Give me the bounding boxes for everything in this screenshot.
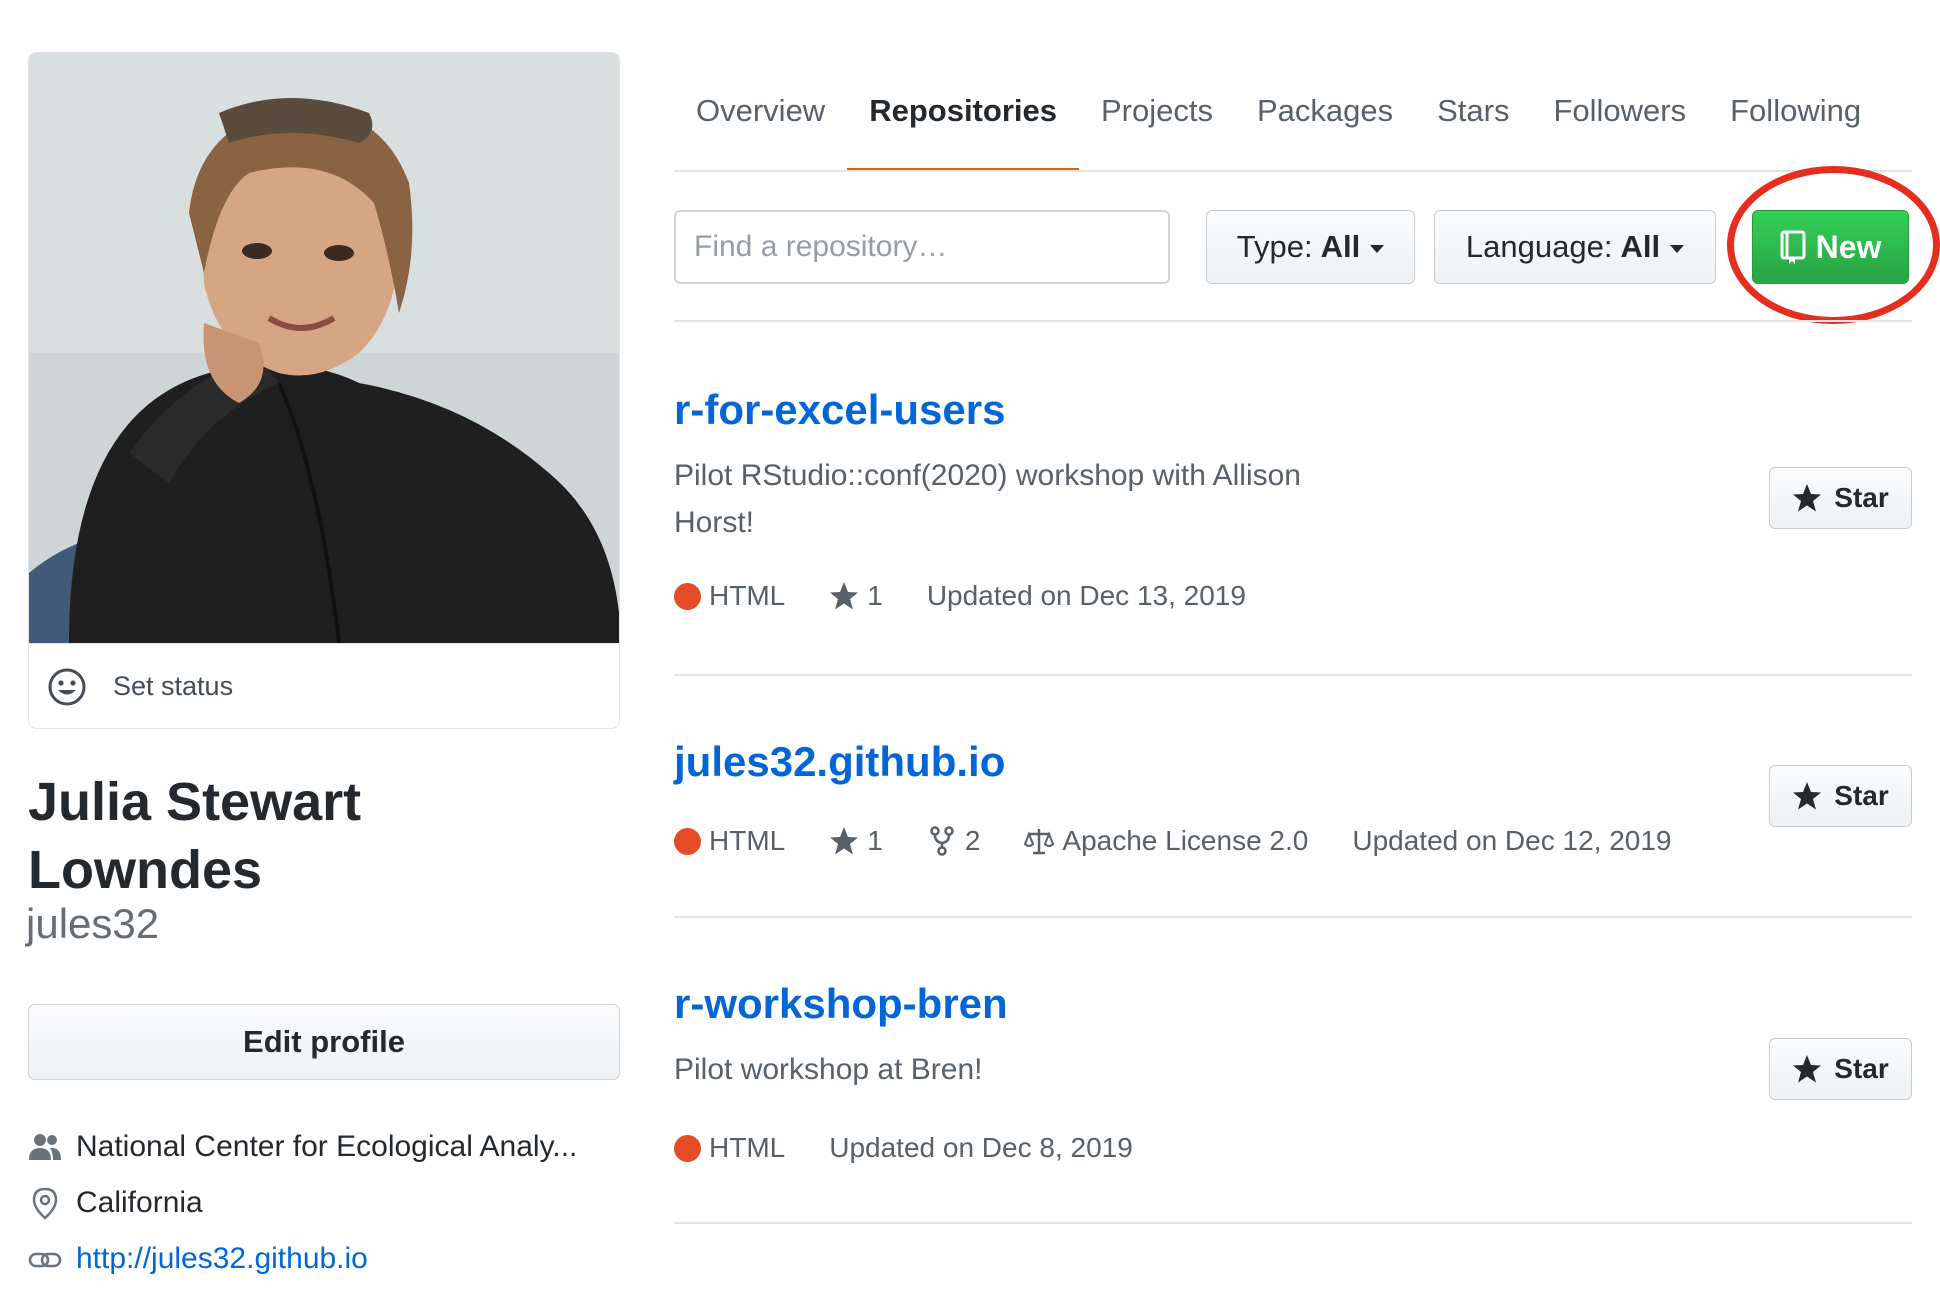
type-filter-value: All bbox=[1320, 229, 1361, 264]
star-button-label: Star bbox=[1834, 1053, 1889, 1084]
language-color-dot bbox=[674, 827, 701, 855]
repo-forks-link[interactable]: 2 bbox=[927, 825, 981, 857]
star-icon bbox=[830, 827, 859, 855]
star-icon bbox=[830, 582, 859, 610]
smiley-icon bbox=[48, 668, 86, 705]
website-row: http://jules32.github.io bbox=[28, 1242, 368, 1276]
repo-name-link[interactable]: r-workshop-bren bbox=[674, 980, 1008, 1028]
website-link[interactable]: http://jules32.github.io bbox=[76, 1242, 368, 1276]
people-icon bbox=[29, 1134, 61, 1160]
repo-license: Apache License 2.0 bbox=[1024, 825, 1308, 857]
repo-updated: Updated on Dec 8, 2019 bbox=[829, 1132, 1133, 1163]
star-icon bbox=[1793, 782, 1822, 810]
location-pin-icon bbox=[32, 1187, 58, 1220]
tab-following[interactable]: Following bbox=[1708, 88, 1883, 172]
set-status-button[interactable]: Set status bbox=[29, 643, 619, 728]
language-color-dot bbox=[674, 582, 701, 610]
avatar[interactable] bbox=[29, 53, 619, 643]
type-filter-select[interactable]: Type: All bbox=[1206, 210, 1415, 284]
full-name-line-2: Lowndes bbox=[28, 840, 263, 900]
avatar-photo-image bbox=[29, 53, 619, 643]
star-button[interactable]: Star bbox=[1769, 765, 1912, 827]
repo-updated: Updated on Dec 12, 2019 bbox=[1352, 825, 1672, 856]
repo-meta: HTML 1 Updated on Dec 13, 2019 bbox=[674, 580, 1290, 612]
law-scale-icon bbox=[1024, 829, 1055, 855]
repo-meta: HTML Updated on Dec 8, 2019 bbox=[674, 1132, 1177, 1164]
repo-item: r-workshop-bren Pilot workshop at Bren! … bbox=[674, 918, 1912, 1224]
repo-item: r-for-excel-users Pilot RStudio::conf(20… bbox=[674, 322, 1912, 676]
repo-name-link[interactable]: r-for-excel-users bbox=[674, 386, 1005, 434]
repo-name-link[interactable]: jules32.github.io bbox=[674, 738, 1005, 786]
language-filter-label: Language: bbox=[1465, 229, 1613, 264]
language-filter-select[interactable]: Language: All bbox=[1434, 210, 1716, 284]
repo-description-line-2: Horst! bbox=[674, 506, 755, 539]
tab-repositories[interactable]: Repositories bbox=[847, 88, 1079, 172]
star-count: 1 bbox=[867, 825, 883, 856]
repo-item: jules32.github.io HTML 1 2 Apache Licens… bbox=[674, 676, 1912, 918]
tab-projects[interactable]: Projects bbox=[1079, 88, 1235, 172]
star-button-label: Star bbox=[1834, 482, 1889, 513]
tabs-divider bbox=[674, 170, 1912, 172]
tab-overview[interactable]: Overview bbox=[674, 88, 847, 172]
language-name: HTML bbox=[709, 825, 786, 856]
location-row: California bbox=[28, 1186, 203, 1220]
star-icon bbox=[1793, 484, 1822, 512]
language-name: HTML bbox=[709, 1132, 786, 1163]
organization-row: National Center for Ecological Analy... bbox=[28, 1130, 577, 1164]
language-filter-value: All bbox=[1620, 229, 1661, 264]
type-filter-label: Type: bbox=[1236, 229, 1313, 264]
star-button[interactable]: Star bbox=[1769, 467, 1912, 529]
profile-full-name: Julia Stewart Lowndes bbox=[28, 768, 628, 904]
repo-stars-link[interactable]: 1 bbox=[829, 825, 883, 857]
language-name: HTML bbox=[709, 580, 786, 611]
fork-count: 2 bbox=[964, 825, 981, 856]
repo-description: Pilot RStudio::conf(2020) workshop with … bbox=[674, 452, 1394, 546]
repo-language: HTML bbox=[674, 825, 785, 857]
repo-stars-link[interactable]: 1 bbox=[829, 580, 883, 612]
repo-language: HTML bbox=[674, 1132, 785, 1164]
avatar-card: Set status bbox=[28, 52, 620, 729]
new-button-label: New bbox=[1815, 228, 1882, 265]
repo-description-line-1: Pilot RStudio::conf(2020) workshop with … bbox=[674, 459, 1301, 492]
find-repository-input[interactable] bbox=[674, 210, 1170, 284]
license-name: Apache License 2.0 bbox=[1062, 825, 1309, 856]
star-count: 1 bbox=[867, 580, 883, 611]
repo-divider bbox=[674, 1222, 1912, 1224]
tab-stars[interactable]: Stars bbox=[1415, 88, 1531, 172]
caret-down-icon bbox=[1370, 245, 1385, 253]
language-color-dot bbox=[674, 1134, 701, 1162]
tab-followers[interactable]: Followers bbox=[1531, 88, 1708, 172]
link-icon bbox=[28, 1252, 62, 1268]
repo-language: HTML bbox=[674, 580, 785, 612]
repo-description: Pilot workshop at Bren! bbox=[674, 1046, 1394, 1093]
set-status-label: Set status bbox=[113, 671, 234, 701]
profile-tabs: Overview Repositories Projects Packages … bbox=[674, 88, 1883, 172]
star-icon bbox=[1793, 1055, 1822, 1083]
repo-description-line-1: Pilot workshop at Bren! bbox=[674, 1053, 983, 1086]
location-text: California bbox=[76, 1186, 203, 1219]
tab-packages[interactable]: Packages bbox=[1235, 88, 1415, 172]
repo-updated: Updated on Dec 13, 2019 bbox=[926, 580, 1246, 611]
new-repository-button[interactable]: New bbox=[1752, 210, 1909, 284]
repo-meta: HTML 1 2 Apache License 2.0 Updated on D… bbox=[674, 825, 1716, 857]
fork-icon bbox=[930, 826, 954, 856]
star-button[interactable]: Star bbox=[1769, 1038, 1912, 1100]
star-button-label: Star bbox=[1834, 780, 1889, 811]
full-name-line-1: Julia Stewart bbox=[28, 772, 362, 832]
edit-profile-button[interactable]: Edit profile bbox=[28, 1004, 620, 1080]
caret-down-icon bbox=[1670, 245, 1685, 253]
profile-username: jules32 bbox=[26, 900, 160, 947]
organization-text: National Center for Ecological Analy... bbox=[76, 1130, 578, 1163]
repo-book-icon bbox=[1780, 230, 1806, 264]
